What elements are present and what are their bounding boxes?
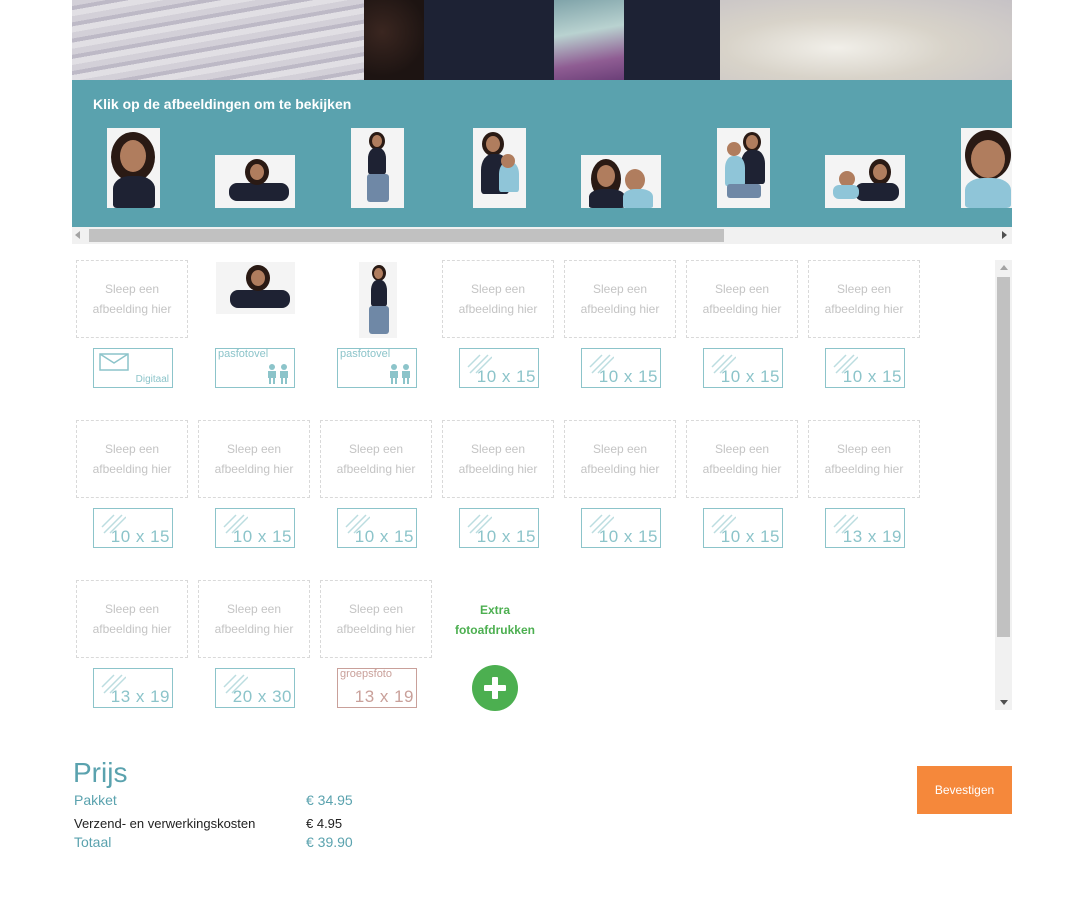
format-digital: Digitaal [93,348,173,388]
drop-slot[interactable]: Sleep een afbeelding hier [686,260,798,338]
thumbnail-5[interactable] [581,155,661,208]
drop-slot[interactable]: Sleep een afbeelding hier [198,420,310,498]
drop-slot[interactable]: Sleep een afbeelding hier [320,420,432,498]
thumbnail-3[interactable] [351,128,404,208]
hero-background-left [72,0,364,80]
people-icon [268,364,288,384]
vertical-scroll-thumb[interactable] [997,277,1010,637]
hero-subject [364,0,720,80]
drop-slot[interactable]: Sleep een afbeelding hier [76,420,188,498]
thumbnail-8[interactable] [961,128,1012,208]
price-title: Prijs [73,757,128,788]
format-pasfotovel: pasfotovel [337,348,417,388]
drop-slot[interactable]: Sleep een afbeelding hier [564,420,676,498]
drop-slot[interactable]: Sleep een afbeelding hier [76,580,188,658]
scroll-left-arrow-icon[interactable] [75,231,80,239]
scroll-down-arrow-icon[interactable] [1000,700,1008,705]
drop-slot[interactable]: Sleep een afbeelding hier [76,260,188,338]
slots-vertical-scrollbar[interactable] [995,260,1012,710]
drop-slot[interactable]: Sleep een afbeelding hier [808,420,920,498]
format-print: 10 x 15 [459,508,539,548]
drop-slot[interactable]: Sleep een afbeelding hier [320,580,432,658]
hero-background-right [720,0,1012,80]
confirm-button[interactable]: Bevestigen [917,766,1012,814]
format-print: 10 x 15 [459,348,539,388]
hero-photo [72,0,1012,80]
drop-slot[interactable]: Sleep een afbeelding hier [442,260,554,338]
drop-slot-filled[interactable] [198,260,310,338]
format-print: 13 x 19 [825,508,905,548]
horizontal-scroll-thumb[interactable] [89,229,724,242]
format-print: 13 x 19 [93,668,173,708]
format-print: 10 x 15 [337,508,417,548]
thumbnail-strip-title: Klik op de afbeeldingen om te bekijken [93,96,352,112]
drop-slot[interactable]: Sleep een afbeelding hier [686,420,798,498]
drop-slot[interactable]: Sleep een afbeelding hier [198,580,310,658]
scroll-up-arrow-icon[interactable] [1000,265,1008,270]
format-print: 10 x 15 [215,508,295,548]
thumbnail-2[interactable] [215,155,295,208]
format-print: 10 x 15 [93,508,173,548]
drop-slot[interactable]: Sleep een afbeelding hier [442,420,554,498]
scroll-right-arrow-icon[interactable] [1002,231,1007,239]
format-print: 10 x 15 [581,508,661,548]
drop-slot[interactable]: Sleep een afbeelding hier [564,260,676,338]
thumbnail-1[interactable] [107,128,160,208]
thumbnail-horizontal-scrollbar[interactable] [72,227,1012,244]
format-print: 10 x 15 [703,508,783,548]
format-groepsfoto: groepsfoto 13 x 19 [337,668,417,708]
format-print: 10 x 15 [825,348,905,388]
extra-prints-label: Extra fotoafdrukken [454,603,535,637]
slot-photo [216,262,295,314]
add-extra-prints-button[interactable] [472,665,518,711]
slot-photo [359,262,397,338]
envelope-icon [99,353,129,371]
format-print: 20 x 30 [215,668,295,708]
thumbnail-6[interactable] [717,128,770,208]
people-icon [390,364,410,384]
thumbnail-7[interactable] [825,155,905,208]
drop-slot[interactable]: Sleep een afbeelding hier [808,260,920,338]
thumbnail-strip: Klik op de afbeeldingen om te bekijken [72,80,1012,227]
format-print: 10 x 15 [581,348,661,388]
thumbnail-4[interactable] [473,128,526,208]
drop-slot-filled[interactable] [320,260,432,338]
format-pasfotovel: pasfotovel [215,348,295,388]
format-print: 10 x 15 [703,348,783,388]
